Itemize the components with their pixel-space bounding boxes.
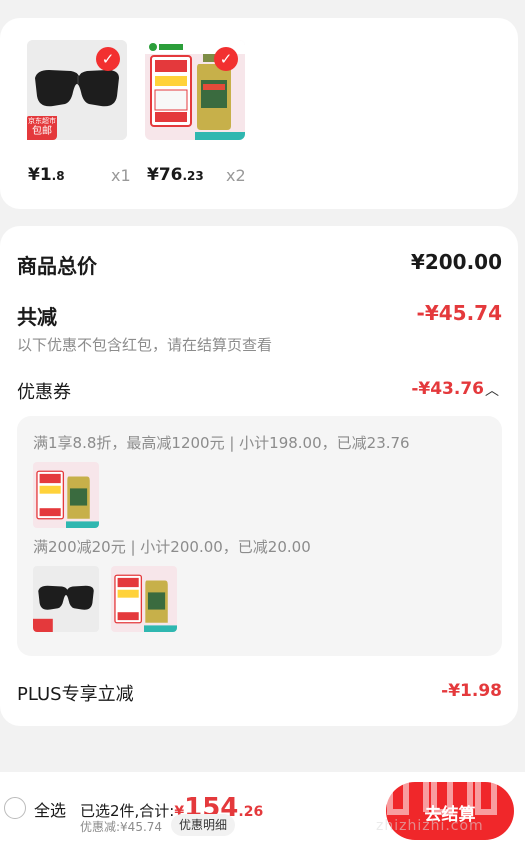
coupon-rule-1: 满1享8.8折，最高减1200元 | 小计198.00，已减23.76	[33, 434, 410, 452]
plus-discount-label: PLUS专享立减	[17, 684, 134, 705]
coupon-item-image-engine-oil	[33, 462, 99, 528]
total-price-label: 商品总价	[17, 254, 97, 278]
coupon-rule-2: 满200减20元 | 小计200.00，已减20.00	[33, 538, 311, 556]
total-price-value: ¥200.00	[410, 250, 502, 274]
plus-discount-value: -¥1.98	[441, 681, 502, 701]
select-all-label[interactable]: 全选	[34, 797, 66, 821]
total-reduce-value: -¥45.74	[416, 301, 502, 325]
discount-summary: 优惠减:¥45.74	[80, 820, 163, 834]
checkout-button[interactable]: 去结算	[386, 782, 514, 840]
item-selected-check-icon[interactable]: ✓	[214, 47, 238, 71]
item-quantity: x1	[111, 166, 131, 185]
item-price: ¥1.8	[28, 165, 65, 185]
checkout-bar: 全选 已选2件,合计:¥154.26 优惠减:¥45.74 优惠明细 去结算 z…	[0, 772, 525, 848]
free-shipping-badge: 京东超市 包邮	[27, 116, 57, 140]
item-quantity: x2	[226, 166, 246, 185]
select-all-radio[interactable]	[4, 797, 26, 819]
coupon-detail-panel: 满1享8.8折，最高减1200元 | 小计198.00，已减23.76 满200…	[17, 416, 502, 656]
item-price: ¥76.23	[147, 165, 204, 185]
selected-items-card: 京东超市 包邮 ✓ ¥1.8 x1 ✓ ¥76.23 x2	[0, 18, 518, 209]
checkout-label: 去结算	[424, 805, 476, 825]
price-summary-card: 商品总价 ¥200.00 共减 -¥45.74 以下优惠不包含红包，请在结算页查…	[0, 226, 518, 726]
item-selected-check-icon[interactable]: ✓	[96, 47, 120, 71]
coupon-label: 优惠券	[17, 382, 71, 403]
discount-detail-button[interactable]: 优惠明细	[171, 814, 236, 836]
coupon-item-image-sunglasses	[33, 566, 99, 632]
chevron-up-icon[interactable]: ︿	[485, 380, 499, 400]
discount-note: 以下优惠不包含红包，请在结算页查看	[17, 336, 273, 354]
total-reduce-label: 共减	[17, 305, 57, 329]
coupon-item-image-engine-oil	[111, 566, 177, 632]
coupon-value[interactable]: -¥43.76	[411, 379, 484, 399]
